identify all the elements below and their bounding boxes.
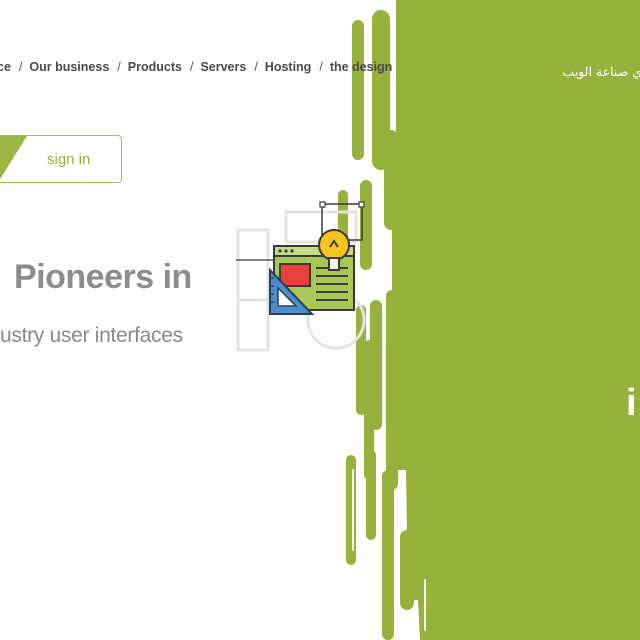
nav-item-ce[interactable]: ce — [0, 60, 11, 74]
nav-separator: / — [319, 60, 323, 74]
green-panel-glyph: i — [626, 382, 637, 424]
nav-item-products[interactable]: Products — [128, 60, 182, 74]
nav-separator: / — [18, 60, 23, 74]
nav-item-hosting[interactable]: Hosting — [265, 60, 312, 74]
green-panel-arabic-text: ي صناعة الويب — [562, 64, 640, 79]
page: ce / Our business / Products / Servers /… — [0, 0, 640, 640]
nav-item-our-business[interactable]: Our business — [29, 60, 109, 74]
hero-headline: Pioneers in — [14, 258, 192, 296]
design-tools-icon — [236, 201, 366, 352]
main-nav: ce / Our business / Products / Servers /… — [0, 58, 392, 76]
nav-separator: / — [117, 60, 121, 74]
sign-in-button[interactable]: sign in — [0, 135, 122, 183]
nav-separator: / — [254, 60, 258, 74]
nav-item-the-design[interactable]: the design — [330, 60, 393, 74]
sign-in-label: sign in — [47, 151, 91, 168]
hero-subline: ustry user interfaces — [0, 324, 183, 347]
sign-in-accent — [0, 136, 27, 182]
nav-separator: / — [189, 60, 194, 74]
nav-item-servers[interactable]: Servers — [200, 60, 246, 74]
